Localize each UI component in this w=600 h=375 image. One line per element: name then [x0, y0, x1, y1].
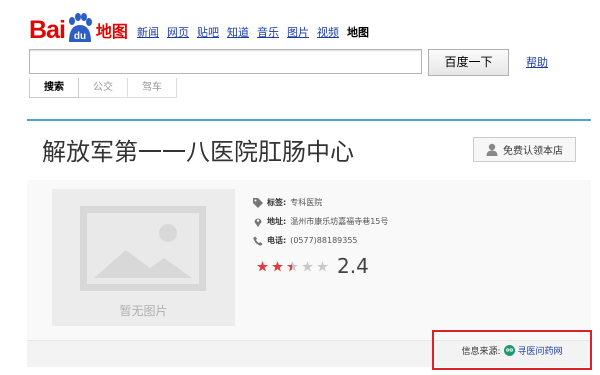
phone-label: 电话:	[267, 236, 287, 245]
place-title: 解放军第一一八医院肛肠中心	[42, 138, 354, 166]
user-icon	[486, 143, 498, 156]
rating: 2.4	[257, 256, 369, 276]
nav-video[interactable]: 视频	[317, 24, 339, 40]
search-mode-tabs: 搜索 公交 驾车	[29, 78, 177, 98]
place-card: 解放军第一一八医院肛肠中心 免费认领本店 暂无图片 标签: 专科医院 地址: 温…	[27, 119, 591, 367]
nav-tieba[interactable]: 贴吧	[197, 24, 219, 40]
place-details: 标签: 专科医院 地址: 温州市康乐坊嘉福寺巷15号 电话: (0577)881…	[253, 193, 388, 250]
tag-row: 标签: 专科医院	[253, 193, 388, 212]
phone-icon	[253, 236, 263, 246]
star-icon	[302, 260, 313, 271]
source-site-icon	[503, 344, 515, 356]
tag-value: 专科医院	[290, 198, 323, 207]
address-value: 温州市康乐坊嘉福寺巷15号	[290, 217, 389, 226]
place-photo: 暂无图片	[52, 189, 235, 326]
tab-drive[interactable]: 驾车	[128, 78, 177, 98]
place-info-area: 暂无图片 标签: 专科医院 地址: 温州市康乐坊嘉福寺巷15号 电话: (057…	[27, 180, 591, 340]
svg-text:du: du	[74, 31, 86, 42]
phone-value: (0577)88189355	[290, 236, 358, 245]
baidu-map-logo[interactable]: Bai du 地图	[29, 13, 128, 43]
nav-web[interactable]: 网页	[167, 24, 189, 40]
claim-store-button[interactable]: 免费认领本店	[473, 137, 576, 162]
source-link[interactable]: 寻医问药网	[518, 344, 563, 357]
image-placeholder-icon	[80, 206, 206, 291]
star-icon	[272, 260, 283, 271]
phone-row: 电话: (0577)88189355	[253, 231, 388, 250]
tab-search[interactable]: 搜索	[29, 78, 79, 98]
address-label: 地址:	[267, 217, 287, 226]
nav-zhidao[interactable]: 知道	[227, 24, 249, 40]
nav-images[interactable]: 图片	[287, 24, 309, 40]
help-link[interactable]: 帮助	[526, 54, 548, 70]
logo-map-text: 地图	[95, 22, 128, 41]
info-source: 信息来源: 寻医问药网	[432, 330, 592, 370]
star-icon	[257, 260, 268, 271]
top-nav: 新闻 网页 贴吧 知道 音乐 图片 视频 地图	[137, 24, 369, 40]
star-icon	[287, 260, 298, 271]
tag-icon	[253, 197, 263, 208]
claim-store-label: 免费认领本店	[503, 146, 563, 157]
tab-bus[interactable]: 公交	[79, 78, 128, 98]
logo-bai-text: Bai	[29, 16, 66, 44]
tag-label: 标签:	[267, 198, 287, 207]
nav-music[interactable]: 音乐	[257, 24, 279, 40]
source-label: 信息来源:	[461, 346, 501, 357]
no-image-text: 暂无图片	[119, 304, 168, 318]
search-input[interactable]	[29, 49, 422, 74]
location-icon	[254, 218, 262, 227]
address-row: 地址: 温州市康乐坊嘉福寺巷15号	[253, 212, 388, 231]
rating-score: 2.4	[337, 254, 369, 278]
search-button[interactable]: 百度一下	[428, 49, 509, 76]
star-icon	[317, 260, 328, 271]
baidu-paw-icon: du	[66, 13, 94, 43]
nav-map-current: 地图	[347, 26, 369, 39]
nav-news[interactable]: 新闻	[137, 24, 159, 40]
